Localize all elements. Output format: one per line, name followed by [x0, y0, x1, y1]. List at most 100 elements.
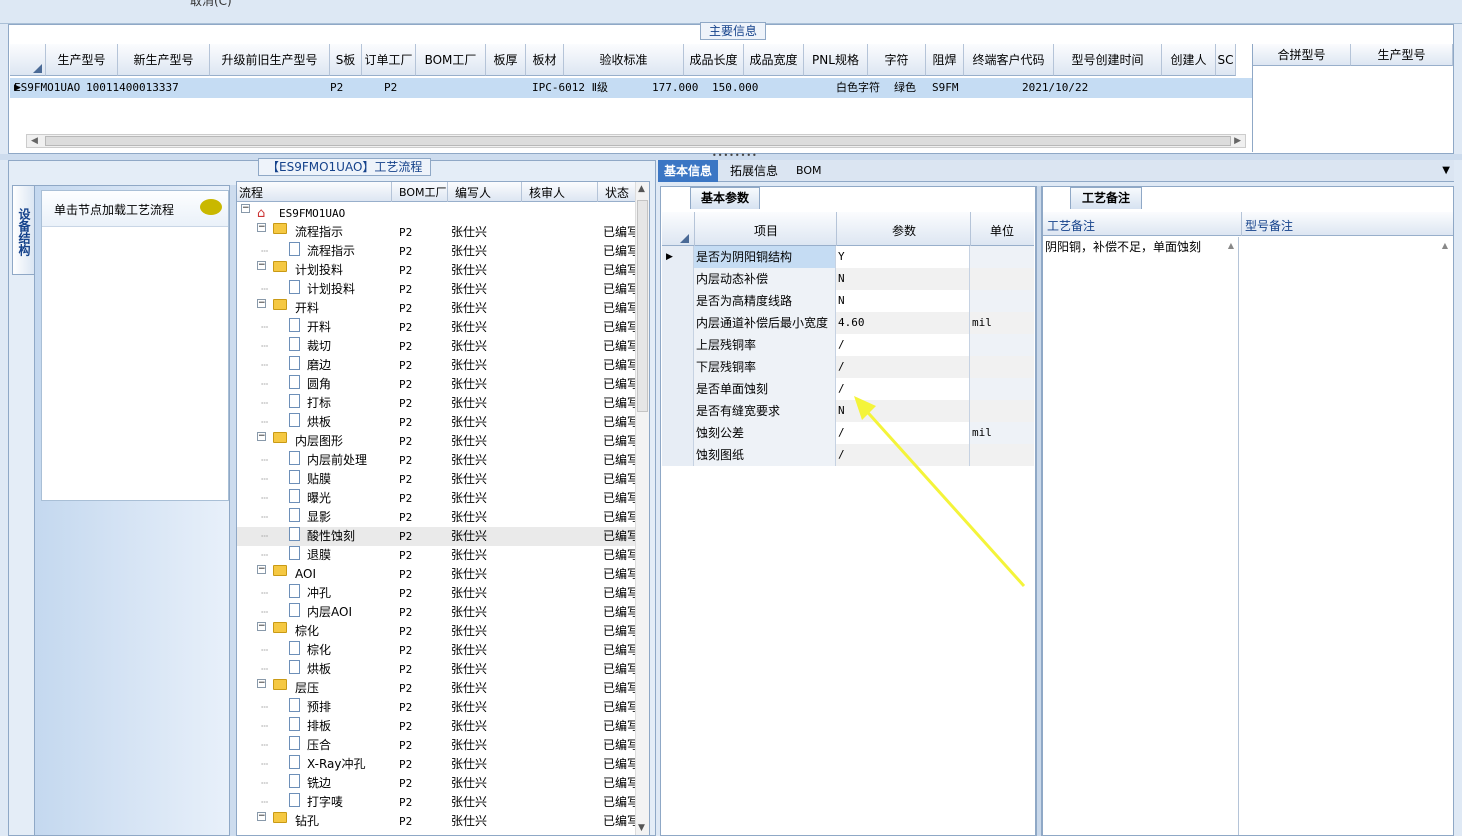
param-value[interactable]: Y — [836, 246, 970, 268]
tree-node[interactable]: ┄ 曝光 P2 张仕兴 已编写 — [237, 489, 635, 508]
tree-node[interactable]: ┄ X-Ray冲孔 P2 张仕兴 已编写 — [237, 755, 635, 774]
main-col-header[interactable]: SC — [1216, 44, 1236, 76]
status-col-header[interactable]: 状态 — [605, 184, 629, 201]
cancel-label[interactable]: 取消(C) — [190, 0, 232, 9]
main-col-header[interactable]: 字符 — [868, 44, 926, 76]
tree-node[interactable]: ┄ 内层AOI P2 张仕兴 已编写 — [237, 603, 635, 622]
row-header[interactable] — [662, 268, 694, 290]
item-col-header[interactable]: 项目 — [754, 222, 778, 239]
tree-node[interactable]: ┄ 计划投料 P2 张仕兴 已编写 — [237, 280, 635, 299]
param-unit[interactable] — [970, 290, 1034, 312]
param-row[interactable]: 下层残铜率 / — [662, 356, 1034, 378]
param-value[interactable]: 4.60 — [836, 312, 970, 334]
tree-node[interactable]: ┄ 棕化 P2 张仕兴 已编写 — [237, 641, 635, 660]
flow-col-header[interactable]: 流程 — [239, 184, 263, 201]
main-col-header[interactable]: 型号创建时间 — [1054, 44, 1162, 76]
tree-node[interactable]: ┄ 预排 P2 张仕兴 已编写 — [237, 698, 635, 717]
param-row[interactable]: ▶ 是否为阴阳铜结构 Y — [662, 246, 1034, 268]
param-unit[interactable] — [970, 334, 1034, 356]
main-col-header[interactable]: 升级前旧生产型号 — [210, 44, 330, 76]
param-row[interactable]: 是否为高精度线路 N — [662, 290, 1034, 312]
main-col-header[interactable]: 验收标准 — [564, 44, 684, 76]
tree-node[interactable]: − 钻孔 P2 张仕兴 已编写 — [237, 812, 635, 831]
param-unit[interactable]: mil — [970, 312, 1034, 334]
param-row[interactable]: 上层残铜率 / — [662, 334, 1034, 356]
collapse-icon[interactable]: − — [257, 261, 266, 270]
tree-node[interactable]: − 开料 P2 张仕兴 已编写 — [237, 299, 635, 318]
tree-node[interactable]: ┄ 烘板 P2 张仕兴 已编写 — [237, 660, 635, 679]
collapse-icon[interactable]: − — [257, 679, 266, 688]
tree-node[interactable]: ┄ 酸性蚀刻 P2 张仕兴 已编写 — [237, 527, 635, 546]
unit-col-header[interactable]: 单位 — [990, 222, 1014, 239]
prod-col-header[interactable]: 生产型号 — [1351, 44, 1453, 66]
tree-node[interactable]: ┄ 贴膜 P2 张仕兴 已编写 — [237, 470, 635, 489]
param-value[interactable]: N — [836, 290, 970, 312]
tab-process-remarks[interactable]: 工艺备注 — [1070, 187, 1142, 209]
tree-node[interactable]: ┄ 铣边 P2 张仕兴 已编写 — [237, 774, 635, 793]
main-info-hscroll[interactable]: ◀ ▶ — [26, 134, 1246, 148]
collapse-icon[interactable]: − — [257, 299, 266, 308]
row-header[interactable] — [662, 290, 694, 312]
tree-node[interactable]: − 层压 P2 张仕兴 已编写 — [237, 679, 635, 698]
tree-node[interactable]: ┄ 打字唛 P2 张仕兴 已编写 — [237, 793, 635, 812]
tree-vscroll[interactable]: ▲ ▼ — [635, 182, 649, 835]
param-value[interactable]: N — [836, 268, 970, 290]
main-col-header[interactable]: 板厚 — [486, 44, 526, 76]
param-row[interactable]: 内层动态补偿 N — [662, 268, 1034, 290]
tab-basic-info[interactable]: 基本信息 — [658, 160, 719, 182]
tree-node[interactable]: ┄ 退膜 P2 张仕兴 已编写 — [237, 546, 635, 565]
tree-node[interactable]: ┄ 冲孔 P2 张仕兴 已编写 — [237, 584, 635, 603]
tree-node[interactable]: ┄ 打标 P2 张仕兴 已编写 — [237, 394, 635, 413]
model-remark-textarea[interactable]: ▲ — [1240, 237, 1452, 835]
row-header[interactable] — [662, 356, 694, 378]
param-unit[interactable] — [970, 268, 1034, 290]
scroll-left-icon[interactable]: ◀ — [31, 135, 38, 147]
tree-node[interactable]: − 流程指示 P2 张仕兴 已编写 — [237, 223, 635, 242]
tree-node[interactable]: ┄ 烘板 P2 张仕兴 已编写 — [237, 413, 635, 432]
bom-col-header[interactable]: BOM工厂 — [399, 184, 447, 200]
tree-node[interactable]: ┄ 排板 P2 张仕兴 已编写 — [237, 717, 635, 736]
row-header[interactable] — [662, 334, 694, 356]
tree-node[interactable]: ┄ 内层前处理 P2 张仕兴 已编写 — [237, 451, 635, 470]
tab-bom[interactable]: BOM — [790, 160, 828, 182]
collapse-icon[interactable]: − — [257, 432, 266, 441]
row-header[interactable]: ▶ — [662, 246, 694, 268]
collapse-icon[interactable]: − — [257, 622, 266, 631]
writer-col-header[interactable]: 编写人 — [455, 184, 491, 201]
param-row[interactable]: 内层通道补偿后最小宽度 4.60 mil — [662, 312, 1034, 334]
tab-basic-params[interactable]: 基本参数 — [690, 187, 760, 209]
row-header[interactable] — [662, 422, 694, 444]
tree-node[interactable]: ┄ 显影 P2 张仕兴 已编写 — [237, 508, 635, 527]
main-info-row[interactable]: ▶ ES9FMO1UAO 10011400013337 P2 P2 IPC-6012 Ⅱ… — [10, 78, 1252, 98]
row-header[interactable] — [662, 444, 694, 466]
merge-col-header[interactable]: 合拼型号 — [1253, 44, 1351, 66]
grid-corner[interactable] — [10, 44, 46, 76]
reviewer-col-header[interactable]: 核审人 — [529, 184, 565, 201]
main-col-header[interactable]: 生产型号 — [46, 44, 118, 76]
main-col-header[interactable]: BOM工厂 — [416, 44, 486, 76]
tab-equipment-structure[interactable]: 设备结构 — [12, 185, 34, 275]
main-col-header[interactable]: 成品宽度 — [744, 44, 804, 76]
param-unit[interactable] — [970, 356, 1034, 378]
row-header[interactable] — [662, 378, 694, 400]
scroll-up-icon[interactable]: ▲ — [638, 184, 645, 194]
tree-node[interactable]: ┄ 圆角 P2 张仕兴 已编写 — [237, 375, 635, 394]
scroll-up-icon[interactable]: ▲ — [1442, 241, 1448, 250]
collapse-icon[interactable]: − — [241, 204, 250, 213]
tree-node[interactable]: ┄ 流程指示 P2 张仕兴 已编写 — [237, 242, 635, 261]
process-remark-textarea[interactable]: 阴阳铜，补偿不足，单面蚀刻 ▲ — [1043, 237, 1239, 835]
main-col-header[interactable]: PNL规格 — [804, 44, 868, 76]
main-col-header[interactable]: 订单工厂 — [362, 44, 416, 76]
param-value[interactable]: / — [836, 356, 970, 378]
scroll-right-icon[interactable]: ▶ — [1234, 135, 1241, 147]
tree-node[interactable]: − 棕化 P2 张仕兴 已编写 — [237, 622, 635, 641]
main-col-header[interactable]: 成品长度 — [684, 44, 744, 76]
tree-node[interactable]: − AOI P2 张仕兴 已编写 — [237, 565, 635, 584]
tree-node[interactable]: ┄ 磨边 P2 张仕兴 已编写 — [237, 356, 635, 375]
main-col-header[interactable]: 新生产型号 — [118, 44, 210, 76]
value-col-header[interactable]: 参数 — [892, 222, 916, 239]
row-header[interactable] — [662, 400, 694, 422]
param-unit[interactable] — [970, 246, 1034, 268]
row-header[interactable] — [662, 312, 694, 334]
collapse-icon[interactable]: − — [257, 565, 266, 574]
